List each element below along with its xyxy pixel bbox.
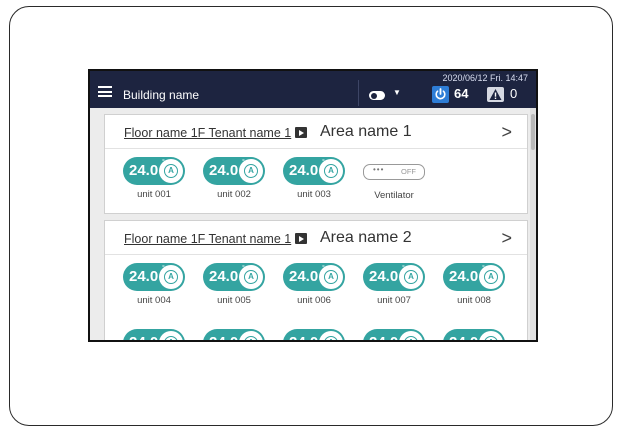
- unit-pill[interactable]: 24.0 ° A: [123, 263, 185, 291]
- chevron-down-icon[interactable]: ▼: [393, 88, 401, 97]
- warning-icon[interactable]: [487, 87, 504, 102]
- datetime: 2020/06/12 Fri. 14:47: [442, 73, 528, 83]
- toggle-icon[interactable]: [369, 91, 385, 100]
- chevron-right-icon[interactable]: >: [501, 122, 512, 143]
- play-icon: [295, 233, 307, 244]
- chevron-right-icon[interactable]: >: [501, 228, 512, 249]
- unit-label: unit 007: [377, 295, 411, 306]
- floor-tenant-link[interactable]: Floor name 1F Tenant name 1: [124, 126, 291, 140]
- unit-tile[interactable]: 24.0 ° A unit 007: [363, 263, 425, 306]
- unit-pill[interactable]: 24.0 ° A: [443, 263, 505, 291]
- unit-temperature: 24.0: [209, 162, 239, 179]
- area-card-header: Floor name 1F Tenant name 1 Area name 2 …: [105, 221, 527, 255]
- unit-pill[interactable]: 24.0 A: [363, 329, 425, 340]
- ventilator-label: Ventilator: [374, 190, 414, 201]
- area-name: Area name 1: [320, 123, 412, 140]
- unit-label: unit 002: [217, 189, 251, 200]
- unit-pill[interactable]: 24.0 A: [123, 329, 185, 340]
- auto-mode-icon: A: [479, 265, 503, 289]
- ventilator-toggle[interactable]: ••• OFF: [363, 164, 425, 180]
- scrollbar-thumb[interactable]: [531, 114, 535, 150]
- alarm-count: 0: [510, 86, 518, 101]
- unit-label: unit 006: [297, 295, 331, 306]
- auto-mode-icon: A: [239, 331, 263, 340]
- unit-temperature: 24.0: [289, 162, 319, 179]
- unit-tile[interactable]: 24.0 A: [443, 329, 505, 340]
- area-card-1: Floor name 1F Tenant name 1 Area name 1 …: [104, 114, 528, 214]
- power-count: 64: [454, 86, 469, 101]
- ventilator-tile[interactable]: ••• OFF Ventilator: [363, 157, 425, 201]
- building-name: Building name: [123, 88, 200, 102]
- auto-mode-icon: A: [479, 331, 503, 340]
- auto-mode-icon: A: [159, 331, 183, 340]
- auto-mode-icon: A: [319, 265, 343, 289]
- unit-tile[interactable]: 24.0 ° A unit 008: [443, 263, 505, 306]
- power-icon[interactable]: [432, 86, 449, 103]
- unit-label: unit 004: [137, 295, 171, 306]
- top-bar: Building name 2020/06/12 Fri. 14:47 ▼ 64…: [90, 71, 536, 108]
- auto-mode-icon: A: [319, 331, 343, 340]
- auto-mode-icon: A: [319, 159, 343, 183]
- app-screen: Building name 2020/06/12 Fri. 14:47 ▼ 64…: [88, 69, 538, 342]
- unit-label: unit 001: [137, 189, 171, 200]
- unit-label: unit 003: [297, 189, 331, 200]
- unit-tile[interactable]: 24.0 A: [203, 329, 265, 340]
- auto-mode-icon: A: [159, 159, 183, 183]
- unit-pill[interactable]: 24.0 A: [283, 329, 345, 340]
- unit-tile[interactable]: 24.0 ° A unit 004: [123, 263, 185, 306]
- unit-pill[interactable]: 24.0 ° A: [363, 263, 425, 291]
- unit-pill[interactable]: 24.0 ° A: [283, 263, 345, 291]
- unit-temperature: 24.0: [449, 268, 479, 285]
- ventilator-state: OFF: [401, 167, 416, 176]
- floor-tenant-link[interactable]: Floor name 1F Tenant name 1: [124, 232, 291, 246]
- divider: [358, 80, 359, 106]
- unit-temperature: 24.0: [129, 268, 159, 285]
- unit-pill[interactable]: 24.0 A: [203, 329, 265, 340]
- area-card-header: Floor name 1F Tenant name 1 Area name 1 …: [105, 115, 527, 149]
- unit-tile[interactable]: 24.0 ° A unit 006: [283, 263, 345, 306]
- unit-tile[interactable]: 24.0 A: [123, 329, 185, 340]
- scrollbar[interactable]: [530, 108, 536, 340]
- unit-tile[interactable]: 24.0 A: [363, 329, 425, 340]
- unit-temperature: 24.0: [209, 334, 238, 340]
- unit-temperature: 24.0: [129, 334, 158, 340]
- unit-temperature: 24.0: [369, 268, 399, 285]
- unit-temperature: 24.0: [209, 268, 239, 285]
- unit-pill[interactable]: 24.0 ° A: [283, 157, 345, 185]
- unit-tile[interactable]: 24.0 ° A unit 005: [203, 263, 265, 306]
- unit-temperature: 24.0: [289, 268, 319, 285]
- unit-tile[interactable]: 24.0 A: [283, 329, 345, 340]
- unit-temperature: 24.0: [289, 334, 318, 340]
- unit-pill[interactable]: 24.0 ° A: [203, 263, 265, 291]
- unit-tile[interactable]: 24.0 ° A unit 003: [283, 157, 345, 200]
- auto-mode-icon: A: [399, 265, 423, 289]
- auto-mode-icon: A: [399, 331, 423, 340]
- unit-label: unit 008: [457, 295, 491, 306]
- unit-tile[interactable]: 24.0 ° A unit 002: [203, 157, 265, 200]
- play-icon: [295, 127, 307, 138]
- auto-mode-icon: A: [239, 265, 263, 289]
- hamburger-menu-icon[interactable]: [98, 86, 112, 97]
- area-name: Area name 2: [320, 229, 412, 246]
- unit-pill[interactable]: 24.0 ° A: [123, 157, 185, 185]
- auto-mode-icon: A: [159, 265, 183, 289]
- unit-temperature: 24.0: [129, 162, 159, 179]
- area-list[interactable]: Floor name 1F Tenant name 1 Area name 1 …: [90, 108, 536, 340]
- unit-tile[interactable]: 24.0 ° A unit 001: [123, 157, 185, 200]
- unit-temperature: 24.0: [449, 334, 478, 340]
- auto-mode-icon: A: [239, 159, 263, 183]
- unit-temperature: 24.0: [369, 334, 398, 340]
- unit-pill[interactable]: 24.0 ° A: [203, 157, 265, 185]
- unit-label: unit 005: [217, 295, 251, 306]
- unit-pill[interactable]: 24.0 A: [443, 329, 505, 340]
- ventilator-dots: •••: [373, 165, 385, 174]
- area-card-2: Floor name 1F Tenant name 1 Area name 2 …: [104, 220, 528, 340]
